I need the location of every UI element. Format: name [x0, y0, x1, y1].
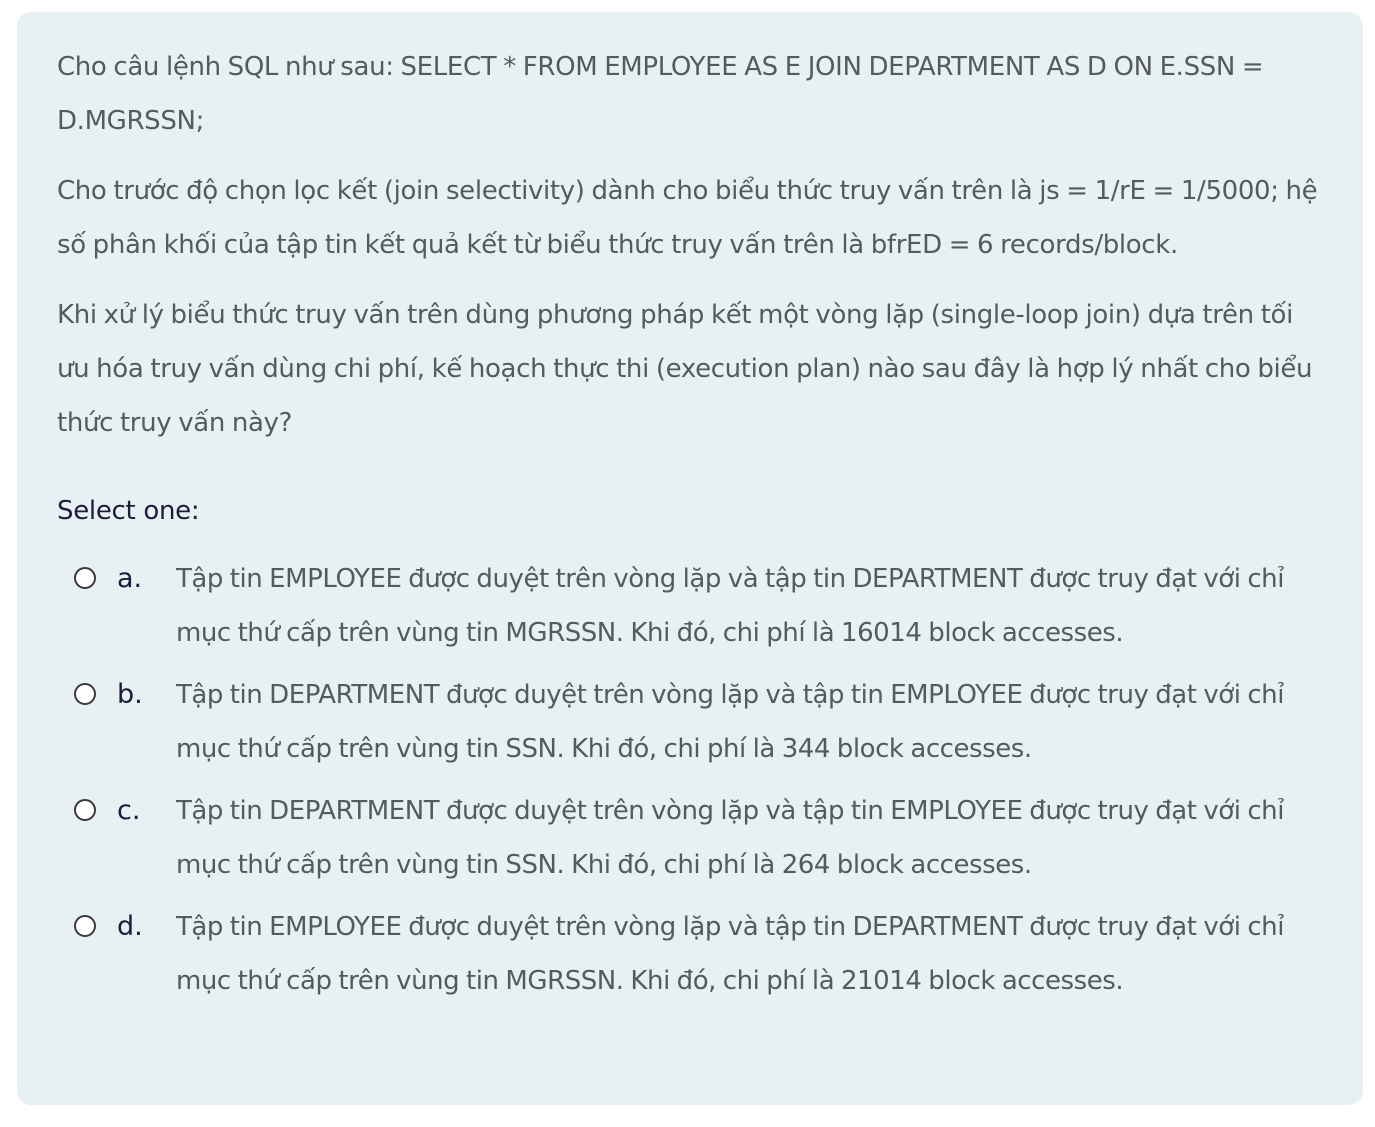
answer-option-b[interactable]: b. Tập tin DEPARTMENT được duyệt trên vò…	[57, 668, 1323, 776]
answer-option-d[interactable]: d. Tập tin EMPLOYEE được duyệt trên vòng…	[57, 900, 1323, 1008]
answer-text-d[interactable]: Tập tin EMPLOYEE được duyệt trên vòng lặ…	[176, 900, 1323, 1008]
answer-text-b[interactable]: Tập tin DEPARTMENT được duyệt trên vòng …	[176, 668, 1323, 776]
answer-letter-c: c.	[117, 795, 141, 826]
answer-option-c[interactable]: c. Tập tin DEPARTMENT được duyệt trên vò…	[57, 784, 1323, 892]
question-paragraph-sql: Cho câu lệnh SQL như sau: SELECT * FROM …	[57, 52, 1264, 136]
radio-button-d[interactable]	[74, 915, 96, 937]
answer-letter-b: b.	[117, 679, 143, 710]
answer-letter-a: a.	[117, 563, 143, 594]
answer-options: a. Tập tin EMPLOYEE được duyệt trên vòng…	[57, 552, 1323, 1008]
answer-text-a[interactable]: Tập tin EMPLOYEE được duyệt trên vòng lặ…	[176, 552, 1323, 660]
question-text: Cho câu lệnh SQL như sau: SELECT * FROM …	[57, 40, 1323, 450]
radio-button-a[interactable]	[74, 567, 96, 589]
radio-button-c[interactable]	[74, 799, 96, 821]
question-paragraph-ask: Khi xử lý biểu thức truy vấn trên dùng p…	[57, 300, 1313, 438]
radio-button-b[interactable]	[74, 683, 96, 705]
question-paragraph-selectivity: Cho trước độ chọn lọc kết (join selectiv…	[57, 176, 1318, 260]
answer-text-c[interactable]: Tập tin DEPARTMENT được duyệt trên vòng …	[176, 784, 1323, 892]
answer-letter-d: d.	[117, 911, 143, 942]
answer-option-a[interactable]: a. Tập tin EMPLOYEE được duyệt trên vòng…	[57, 552, 1323, 660]
select-one-prompt: Select one:	[57, 496, 200, 526]
question-card: Cho câu lệnh SQL như sau: SELECT * FROM …	[17, 12, 1363, 1105]
